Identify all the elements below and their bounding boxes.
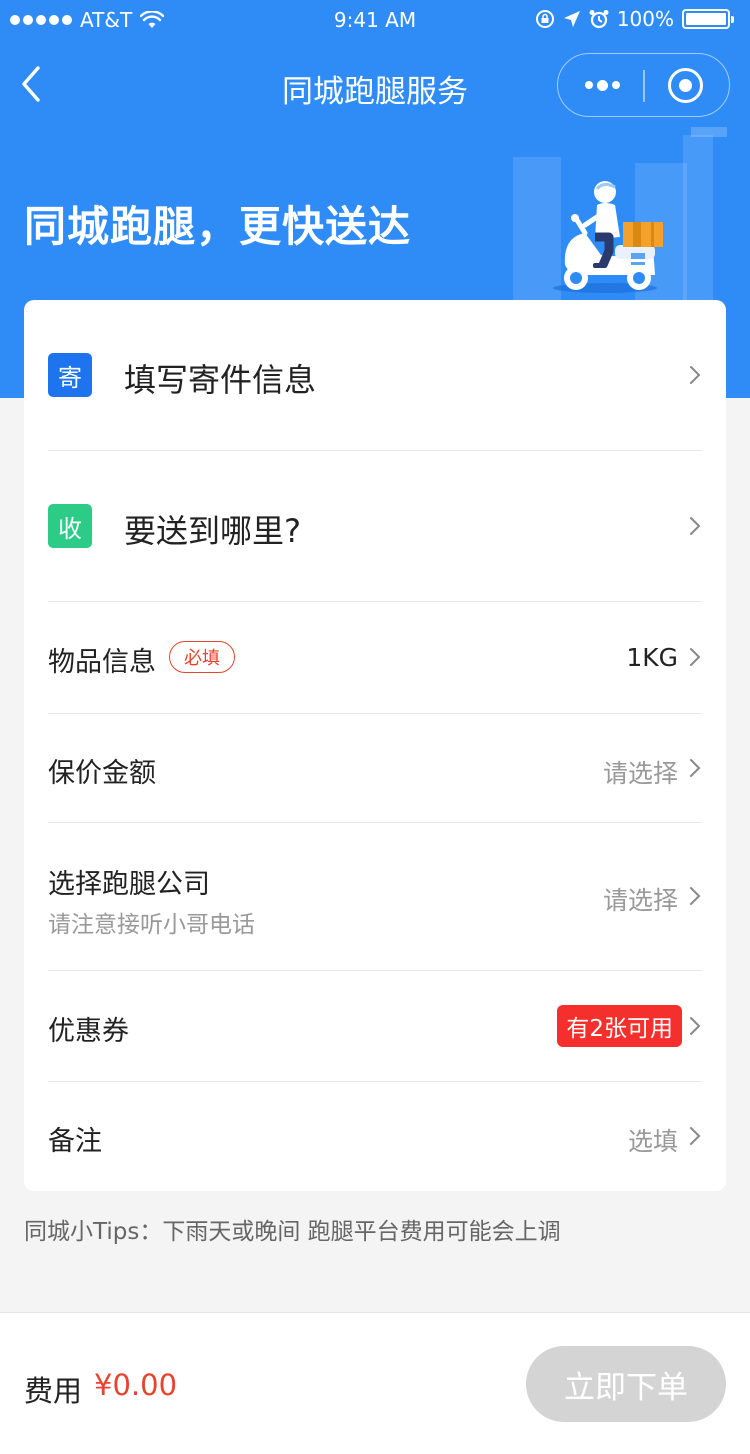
chevron-right-icon — [690, 366, 701, 384]
courier-company-label: 选择跑腿公司 — [48, 869, 210, 900]
sender-info-label: 填写寄件信息 — [124, 361, 317, 399]
chevron-right-icon — [690, 517, 701, 535]
status-right: 100% — [535, 7, 734, 31]
place-order-button[interactable]: 立即下单 — [526, 1346, 726, 1422]
courier-company-hint: 请注意接听小哥电话 — [48, 912, 255, 938]
checkout-bar: 费用 ¥0.00 立即下单 — [0, 1312, 750, 1454]
remark-value: 选填 — [627, 1127, 678, 1156]
status-bar: AT&T 9:41 AM 100% — [0, 0, 750, 40]
remark-row[interactable]: 备注 选填 — [48, 1082, 702, 1191]
capsule-divider — [643, 70, 645, 102]
item-weight-value: 1KG — [626, 643, 678, 672]
battery-percent: 100% — [616, 7, 674, 31]
receiver-info-label: 要送到哪里? — [124, 512, 301, 550]
fee-label: 费用 — [24, 1374, 83, 1408]
chevron-right-icon — [690, 759, 701, 777]
coupon-available-badge: 有2张可用 — [557, 1005, 682, 1047]
location-arrow-icon — [563, 11, 580, 27]
send-badge: 寄 — [48, 353, 92, 397]
rotation-lock-icon — [535, 10, 554, 28]
courier-company-value: 请选择 — [602, 886, 678, 915]
alarm-icon — [589, 10, 609, 29]
insurance-row[interactable]: 保价金额 请选择 — [48, 714, 702, 822]
sender-info-row[interactable]: 寄 填写寄件信息 — [48, 300, 702, 450]
battery-icon — [682, 9, 734, 29]
item-info-label: 物品信息 — [48, 647, 156, 678]
delivery-scooter-illustration — [513, 127, 727, 305]
coupon-row[interactable]: 优惠券 有2张可用 — [48, 971, 702, 1081]
more-dots-icon[interactable] — [583, 76, 621, 94]
receiver-info-row[interactable]: 收 要送到哪里? — [48, 451, 702, 601]
receive-badge: 收 — [48, 504, 92, 548]
target-icon[interactable] — [668, 68, 703, 103]
chevron-right-icon — [690, 648, 701, 666]
remark-label: 备注 — [48, 1126, 102, 1157]
hero-slogan: 同城跑腿，更快送达 — [24, 202, 412, 251]
courier-company-row[interactable]: 选择跑腿公司 请注意接听小哥电话 请选择 — [48, 823, 702, 970]
required-tag: 必填 — [169, 641, 235, 673]
tips-text: 同城小Tips：下雨天或晚间 跑腿平台费用可能会上调 — [24, 1219, 561, 1245]
chevron-right-icon — [690, 1127, 701, 1145]
item-info-row[interactable]: 物品信息 必填 1KG — [48, 602, 702, 713]
fee-amount: ¥0.00 — [94, 1368, 178, 1402]
mini-program-capsule — [557, 53, 730, 117]
insurance-value: 请选择 — [602, 759, 678, 788]
coupon-label: 优惠券 — [48, 1016, 129, 1047]
chevron-right-icon — [690, 1017, 701, 1035]
order-form-card: 寄 填写寄件信息 收 要送到哪里? 物品信息 必填 1KG 保价金额 请选择 选… — [24, 300, 726, 1191]
chevron-right-icon — [690, 887, 701, 905]
insurance-label: 保价金额 — [48, 758, 156, 789]
